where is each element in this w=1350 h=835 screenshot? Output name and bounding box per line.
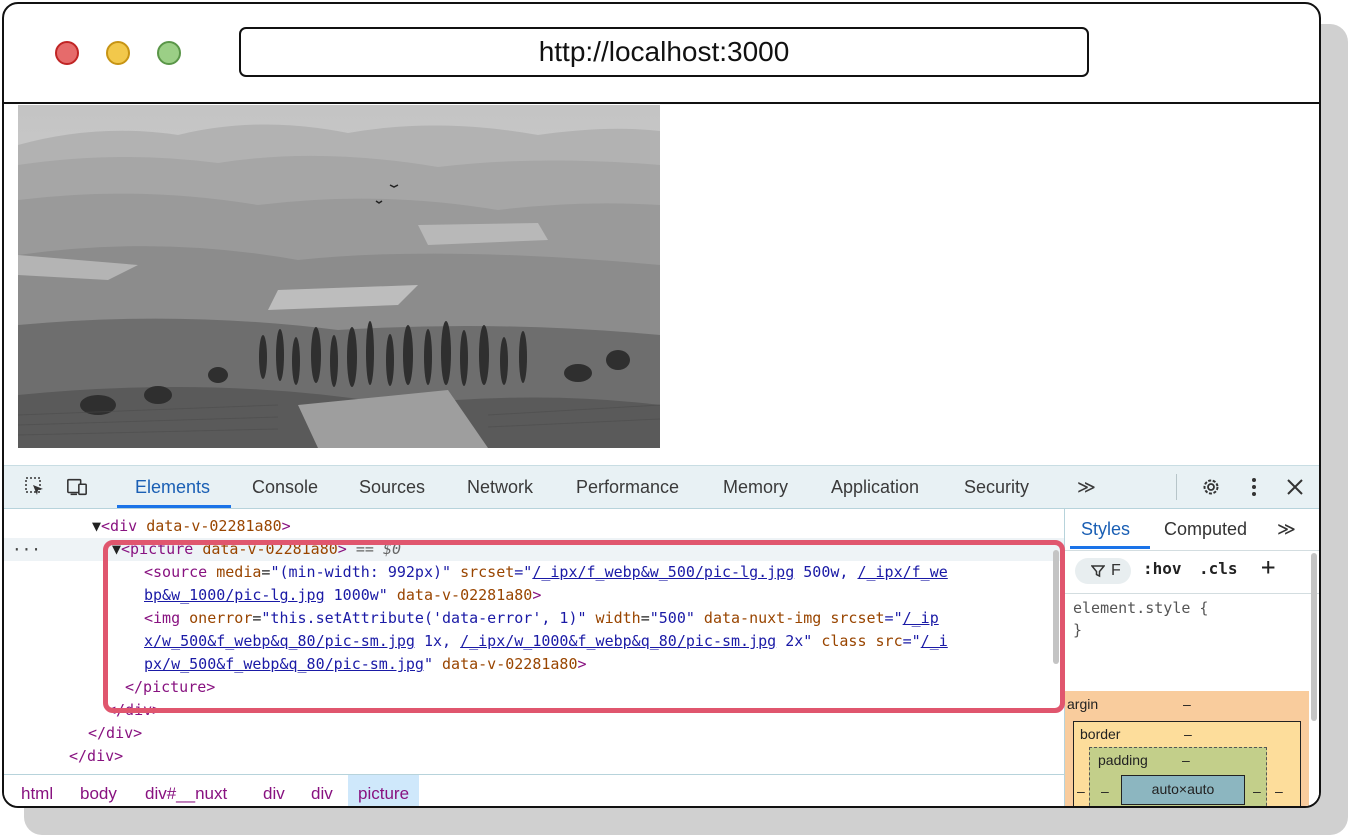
tabbar-divider: [1176, 474, 1177, 500]
inspect-element-icon[interactable]: [24, 476, 46, 498]
margin-value[interactable]: –: [1183, 696, 1191, 712]
more-panels-button[interactable]: ≫: [1277, 509, 1296, 549]
tab-elements[interactable]: Elements: [135, 466, 210, 508]
tab-console[interactable]: Console: [252, 466, 318, 508]
margin-left-value[interactable]: –: [1077, 783, 1085, 799]
close-window-button[interactable]: [55, 41, 79, 65]
breadcrumb-div[interactable]: div: [263, 775, 285, 806]
padding-value[interactable]: –: [1182, 752, 1190, 768]
styles-tab-indicator: [1070, 546, 1150, 549]
dom-line-div-close-2[interactable]: </div>: [88, 722, 142, 745]
tab-computed[interactable]: Computed: [1164, 509, 1247, 549]
margin-right-value[interactable]: –: [1275, 783, 1283, 799]
active-tab-indicator: [117, 505, 231, 508]
filter-icon: [1091, 565, 1105, 578]
more-tabs-button[interactable]: ≫: [1077, 466, 1096, 508]
box-model-content[interactable]: auto×auto: [1121, 775, 1245, 805]
settings-gear-icon[interactable]: [1200, 476, 1222, 498]
tab-network[interactable]: Network: [467, 466, 533, 508]
margin-label: argin: [1067, 696, 1099, 712]
tab-security[interactable]: Security: [964, 466, 1029, 508]
styles-scrollbar[interactable]: [1309, 509, 1319, 799]
padding-label: padding: [1098, 752, 1148, 768]
breadcrumb-body[interactable]: body: [80, 775, 117, 806]
filter-input[interactable]: F: [1075, 558, 1131, 584]
landscape-image: [18, 105, 660, 448]
class-toggle-button[interactable]: .cls: [1199, 559, 1238, 578]
styles-filter-bar: F :hov .cls +: [1065, 550, 1319, 594]
browser-titlebar: http://localhost:3000: [4, 4, 1319, 104]
styles-scrollbar-thumb[interactable]: [1311, 553, 1317, 721]
maximize-window-button[interactable]: [157, 41, 181, 65]
styles-sidebar: Styles Computed ≫ F :hov .cls + element.…: [1064, 509, 1319, 806]
address-bar[interactable]: http://localhost:3000: [239, 27, 1089, 77]
breadcrumb-html[interactable]: html: [21, 775, 53, 806]
border-label: border: [1080, 726, 1121, 742]
dom-line-div-open[interactable]: ▼<div data-v-02281a80>: [92, 515, 291, 538]
padding-right-value[interactable]: –: [1253, 783, 1261, 799]
devtools-tabbar: Elements Console Sources Network Perform…: [4, 466, 1319, 509]
breadcrumb: html body div#__nuxt div div picture: [4, 774, 1064, 806]
filter-placeholder: F: [1111, 562, 1121, 579]
tab-performance[interactable]: Performance: [576, 466, 679, 508]
tab-styles[interactable]: Styles: [1081, 509, 1130, 549]
kebab-menu-icon[interactable]: [1243, 476, 1265, 498]
minimize-window-button[interactable]: [106, 41, 130, 65]
highlight-box: [103, 540, 1065, 713]
device-toolbar-icon[interactable]: [66, 476, 88, 498]
tab-application[interactable]: Application: [831, 466, 919, 508]
breadcrumb-div-2[interactable]: div: [311, 775, 333, 806]
dom-line-div-close-3[interactable]: </div>: [69, 745, 123, 768]
browser-window: http://localhost:3000 Elements Console S…: [2, 2, 1321, 808]
close-devtools-icon[interactable]: [1284, 476, 1306, 498]
page-viewport: [4, 105, 1319, 465]
node-options-icon[interactable]: ···: [12, 538, 41, 561]
padding-left-value[interactable]: –: [1101, 783, 1109, 799]
box-model-margin: argin – border – padding – – – auto×auto…: [1065, 691, 1309, 806]
hover-state-button[interactable]: :hov: [1143, 559, 1182, 578]
element-style-rule[interactable]: element.style { }: [1073, 597, 1208, 641]
tab-sources[interactable]: Sources: [359, 466, 425, 508]
border-value[interactable]: –: [1184, 726, 1192, 742]
new-style-rule-button[interactable]: +: [1261, 553, 1275, 581]
breadcrumb-div-nuxt[interactable]: div#__nuxt: [145, 775, 227, 806]
breadcrumb-picture[interactable]: picture: [348, 775, 420, 806]
tab-memory[interactable]: Memory: [723, 466, 788, 508]
